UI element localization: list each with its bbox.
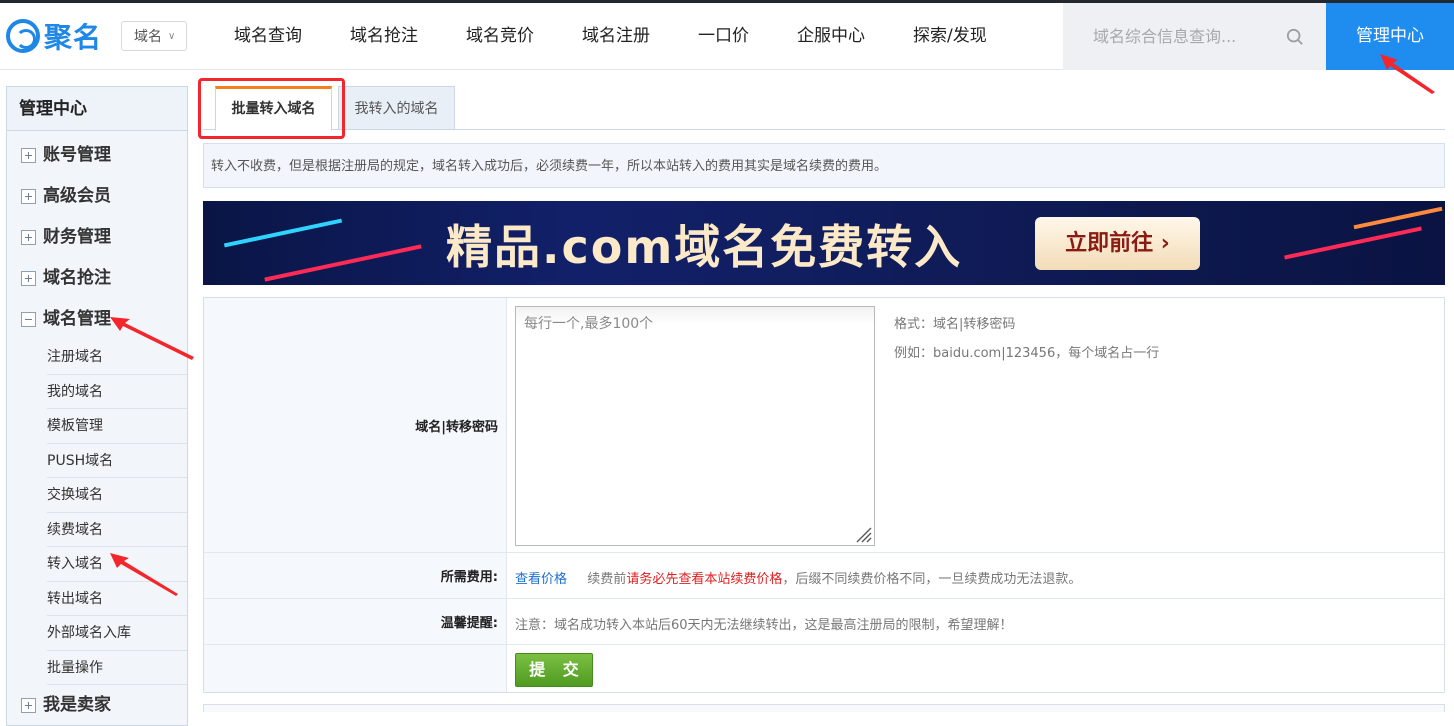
nav-domain-backorder[interactable]: 域名抢注 bbox=[326, 3, 442, 70]
tab-bar: 批量转入域名 我转入的域名 bbox=[203, 86, 1445, 131]
sidebar-group-account[interactable]: 账号管理 bbox=[7, 135, 187, 176]
sidebar-item-renew-domain[interactable]: 续费域名 bbox=[47, 513, 187, 547]
reminder-text: 注意：域名成功转入本站后60天内无法继续转出，这是最高注册局的限制，希望理解！ bbox=[515, 618, 1013, 633]
annotation-arrow-domain-mgmt bbox=[110, 317, 194, 360]
banner-go-button[interactable]: 立即前往 › bbox=[1035, 217, 1200, 270]
next-section-edge bbox=[203, 704, 1445, 712]
logo-text: 聚名 bbox=[44, 21, 103, 54]
sidebar-group-seller[interactable]: 我是卖家 bbox=[7, 685, 187, 726]
sidebar-group-label: 账号管理 bbox=[43, 145, 111, 165]
sidebar-item-exchange-domain[interactable]: 交换域名 bbox=[47, 478, 187, 513]
banner-decoration bbox=[1284, 226, 1422, 260]
banner-title: 精品.com域名免费转入 bbox=[446, 220, 963, 274]
sidebar: 管理中心 账号管理 高级会员 财务管理 域名抢注 域名管理 注册域名 我的域名 … bbox=[6, 86, 188, 726]
expand-icon bbox=[21, 698, 36, 713]
fee-label: 所需费用: bbox=[204, 553, 507, 598]
sidebar-group-label: 域名管理 bbox=[43, 309, 111, 329]
fee-warning-text: 请务必先查看本站续费价格 bbox=[626, 572, 783, 587]
banner-decoration bbox=[264, 244, 422, 282]
search-placeholder: 域名综合信息查询... bbox=[1093, 27, 1237, 46]
textarea-placeholder: 每行一个,最多100个 bbox=[524, 316, 654, 332]
main-nav: 域名查询 域名抢注 域名竞价 域名注册 一口价 企服中心 探索/发现 bbox=[210, 3, 1011, 70]
form-row-domains: 域名|转移密码 每行一个,最多100个 格式：域名|转移密码 例如：baidu.… bbox=[204, 298, 1444, 553]
annotation-arrow-transfer-in bbox=[110, 553, 178, 596]
example-hint: 例如：baidu.com|123456，每个域名占一行 bbox=[894, 346, 1160, 361]
expand-icon bbox=[21, 230, 36, 245]
chevron-down-icon: ∨ bbox=[168, 30, 176, 42]
sidebar-item-external-import[interactable]: 外部域名入库 bbox=[47, 616, 187, 651]
sidebar-group-label: 高级会员 bbox=[43, 186, 111, 206]
search-type-select[interactable]: 域名 ∨ bbox=[121, 21, 187, 51]
transfer-form: 域名|转移密码 每行一个,最多100个 格式：域名|转移密码 例如：baidu.… bbox=[203, 297, 1445, 693]
form-row-reminder: 温馨提醒: 注意：域名成功转入本站后60天内无法继续转出，这是最高注册局的限制，… bbox=[204, 599, 1444, 645]
domain-password-label: 域名|转移密码 bbox=[204, 298, 507, 552]
expand-icon bbox=[21, 189, 36, 204]
submit-button[interactable]: 提 交 bbox=[515, 653, 593, 687]
search-type-value: 域名 bbox=[134, 29, 162, 45]
resize-handle-icon[interactable] bbox=[854, 525, 872, 543]
search-icon[interactable] bbox=[1286, 28, 1304, 46]
expand-icon bbox=[21, 148, 36, 163]
tab-my-transferred-domains[interactable]: 我转入的域名 bbox=[338, 86, 455, 130]
nav-domain-auction[interactable]: 域名竞价 bbox=[442, 3, 558, 70]
sidebar-item-templates[interactable]: 模板管理 bbox=[47, 409, 187, 444]
sidebar-group-label: 我是卖家 bbox=[43, 695, 111, 715]
promo-banner[interactable]: 精品.com域名免费转入 立即前往 › bbox=[203, 201, 1445, 285]
sidebar-group-backorder[interactable]: 域名抢注 bbox=[7, 258, 187, 299]
transfer-notice: 转入不收费，但是根据注册局的规定，域名转入成功后，必须续费一年，所以本站转入的费… bbox=[203, 143, 1445, 188]
sidebar-group-finance[interactable]: 财务管理 bbox=[7, 217, 187, 258]
search-input[interactable]: 域名综合信息查询... bbox=[1063, 3, 1326, 70]
nav-explore[interactable]: 探索/发现 bbox=[889, 3, 1011, 70]
sidebar-item-push-domain[interactable]: PUSH域名 bbox=[47, 444, 187, 478]
nav-domain-register[interactable]: 域名注册 bbox=[558, 3, 674, 70]
expand-icon bbox=[21, 271, 36, 286]
collapse-icon bbox=[21, 312, 36, 327]
form-row-fee: 所需费用: 查看价格 续费前请务必先查看本站续费价格，后缀不同续费价格不同，一旦… bbox=[204, 553, 1444, 599]
banner-decoration bbox=[223, 218, 343, 248]
sidebar-group-vip[interactable]: 高级会员 bbox=[7, 176, 187, 217]
site-logo[interactable]: 聚名 bbox=[6, 18, 102, 54]
sidebar-item-my-domains[interactable]: 我的域名 bbox=[47, 375, 187, 409]
fee-text-prefix: 续费前 bbox=[587, 572, 627, 587]
domain-list-textarea[interactable]: 每行一个,最多100个 bbox=[515, 306, 875, 546]
fee-info: 查看价格 续费前请务必先查看本站续费价格，后缀不同续费价格不同，一旦续费成功无法… bbox=[515, 568, 1081, 587]
annotation-highlight-box bbox=[198, 78, 345, 139]
sidebar-item-batch-ops[interactable]: 批量操作 bbox=[47, 651, 187, 685]
sidebar-title: 管理中心 bbox=[7, 87, 187, 131]
reminder-label: 温馨提醒: bbox=[204, 599, 507, 644]
logo-icon bbox=[6, 19, 40, 53]
format-hint: 格式：域名|转移密码 bbox=[894, 317, 1016, 332]
annotation-arrow-admin bbox=[1380, 54, 1435, 94]
nav-enterprise-center[interactable]: 企服中心 bbox=[773, 3, 889, 70]
view-price-link[interactable]: 查看价格 bbox=[515, 572, 567, 587]
sidebar-group-label: 财务管理 bbox=[43, 227, 111, 247]
fee-text-suffix: ，后缀不同续费价格不同，一旦续费成功无法退款。 bbox=[782, 572, 1082, 587]
banner-decoration bbox=[1353, 206, 1443, 230]
form-row-submit: 提 交 bbox=[204, 645, 1444, 692]
nav-domain-search[interactable]: 域名查询 bbox=[210, 3, 326, 70]
nav-fixed-price[interactable]: 一口价 bbox=[674, 3, 773, 70]
submit-label-cell bbox=[204, 645, 507, 692]
sidebar-group-label: 域名抢注 bbox=[43, 268, 111, 288]
